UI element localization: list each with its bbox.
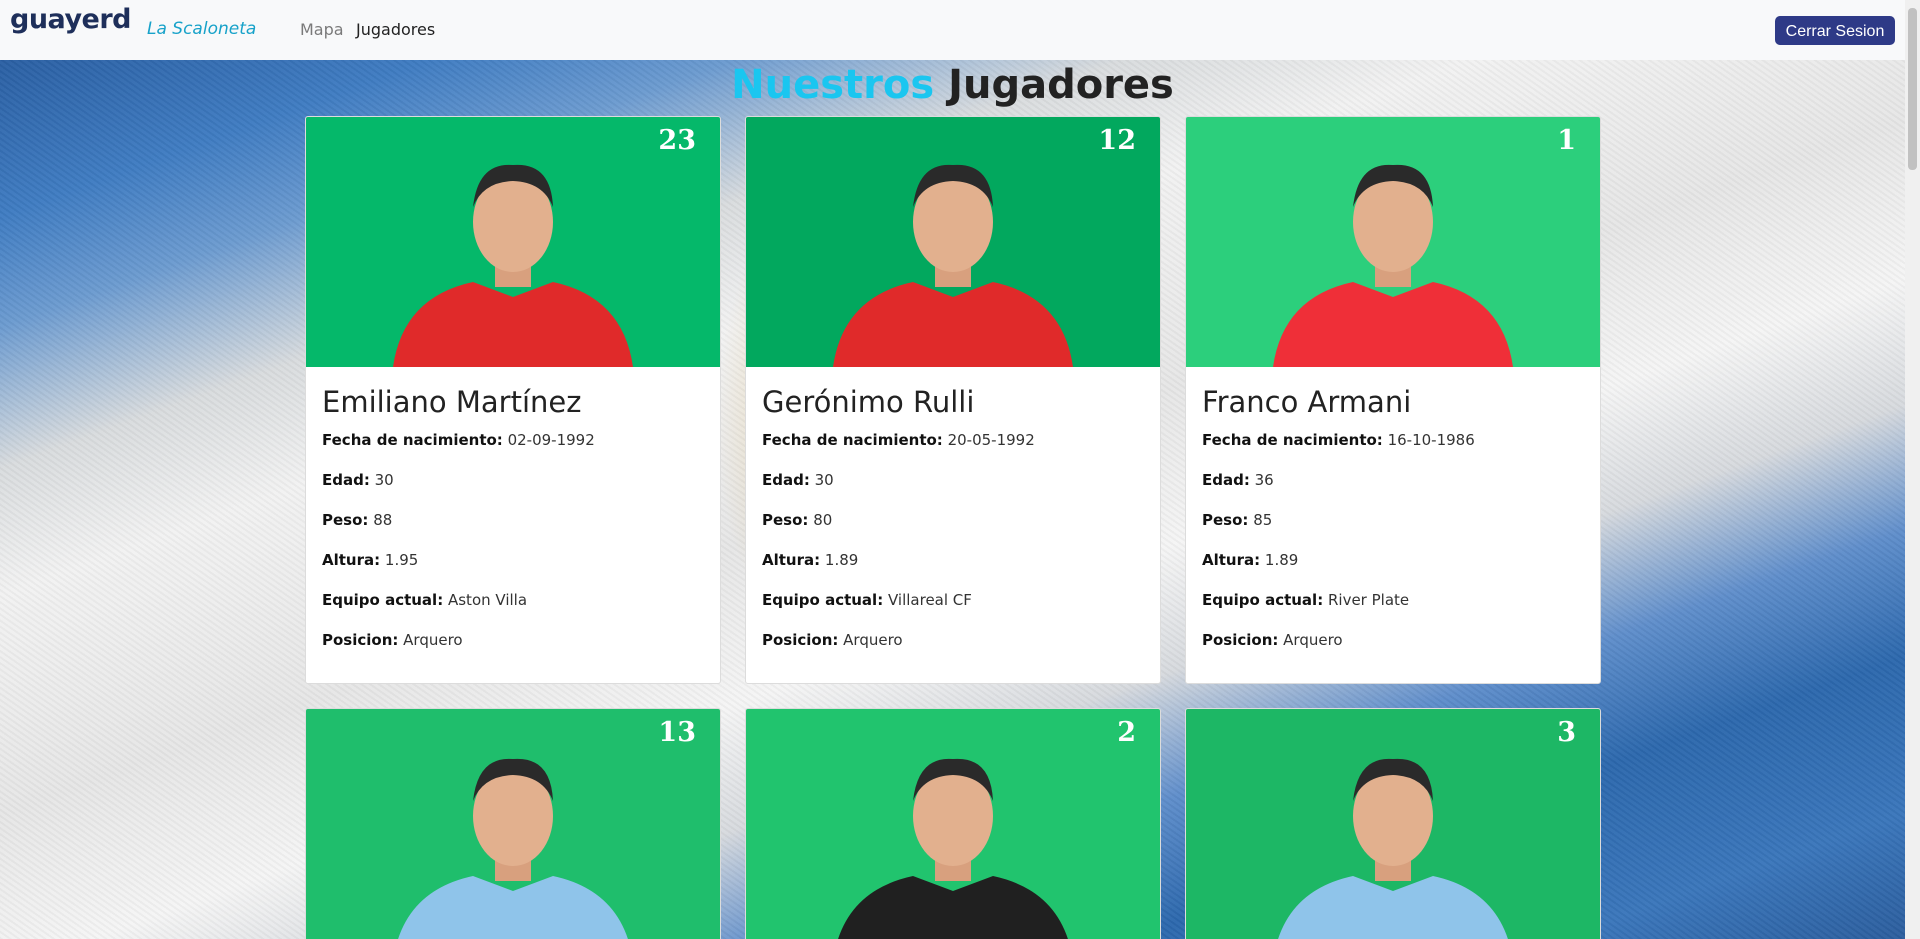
position-field: Posicion: Arquero — [322, 631, 704, 649]
weight-value: 80 — [813, 511, 833, 529]
title-rest: Jugadores — [948, 62, 1174, 108]
guayerd-logo[interactable]: guayerd — [10, 4, 132, 35]
player-silhouette — [1273, 164, 1513, 367]
player-photo: 1 — [1186, 117, 1600, 367]
birth-label: Fecha de nacimiento: — [1202, 431, 1383, 449]
team-field: Equipo actual: River Plate — [1202, 591, 1584, 609]
age-label: Edad: — [1202, 471, 1250, 489]
player-number: 12 — [1098, 125, 1136, 156]
birth-value: 20-05-1992 — [947, 431, 1035, 449]
title-accent: Nuestros — [731, 62, 935, 108]
player-silhouette — [838, 758, 1068, 939]
player-number: 13 — [658, 717, 696, 748]
height-field: Altura: 1.89 — [1202, 551, 1584, 569]
logout-button[interactable]: Cerrar Sesion — [1775, 16, 1895, 45]
team-field: Equipo actual: Villareal CF — [762, 591, 1144, 609]
player-card-4: 2 — [745, 708, 1161, 939]
weight-field: Peso: 88 — [322, 511, 704, 529]
height-field: Altura: 1.95 — [322, 551, 704, 569]
birth-value: 16-10-1986 — [1387, 431, 1475, 449]
weight-field: Peso: 85 — [1202, 511, 1584, 529]
player-silhouette — [1278, 758, 1508, 939]
age-value: 30 — [814, 471, 834, 489]
page-title: Nuestros Jugadores — [0, 62, 1905, 108]
position-label: Posicion: — [1202, 631, 1279, 649]
age-field: Edad: 36 — [1202, 471, 1584, 489]
player-number: 23 — [658, 125, 696, 156]
player-card-2: 1 Franco Armani Fecha de nacimiento: 16-… — [1185, 116, 1601, 684]
team-value: Aston Villa — [447, 591, 528, 609]
team-label: Equipo actual: — [322, 591, 444, 609]
position-value: Arquero — [843, 631, 903, 649]
player-number: 1 — [1557, 125, 1576, 156]
team-field: Equipo actual: Aston Villa — [322, 591, 704, 609]
player-name: Gerónimo Rulli — [762, 385, 975, 419]
position-value: Arquero — [403, 631, 463, 649]
team-value: Villareal CF — [887, 591, 972, 609]
player-card-5: 3 — [1185, 708, 1601, 939]
player-photo: 23 — [306, 117, 720, 367]
scroll-thumb[interactable] — [1908, 8, 1917, 170]
team-label: Equipo actual: — [762, 591, 884, 609]
weight-field: Peso: 80 — [762, 511, 1144, 529]
birth-label: Fecha de nacimiento: — [322, 431, 503, 449]
player-photo: 3 — [1186, 709, 1600, 939]
player-photo: 13 — [306, 709, 720, 939]
birth-field: Fecha de nacimiento: 02-09-1992 — [322, 431, 704, 449]
height-label: Altura: — [1202, 551, 1261, 569]
team-label: Equipo actual: — [1202, 591, 1324, 609]
navbar: guayerd La Scaloneta Mapa Jugadores Cerr… — [0, 0, 1905, 60]
age-value: 36 — [1254, 471, 1274, 489]
player-number: 3 — [1557, 717, 1576, 748]
birth-field: Fecha de nacimiento: 16-10-1986 — [1202, 431, 1584, 449]
height-value: 1.89 — [824, 551, 859, 569]
player-number: 2 — [1117, 717, 1136, 748]
age-label: Edad: — [322, 471, 370, 489]
age-label: Edad: — [762, 471, 810, 489]
player-name: Emiliano Martínez — [322, 385, 582, 419]
player-photo: 2 — [746, 709, 1160, 939]
player-card-0: 23 Emiliano Martínez Fecha de nacimiento… — [305, 116, 721, 684]
height-value: 1.89 — [1264, 551, 1299, 569]
height-label: Altura: — [762, 551, 821, 569]
age-value: 30 — [374, 471, 394, 489]
height-value: 1.95 — [384, 551, 419, 569]
nav-link-mapa[interactable]: Mapa — [300, 20, 344, 39]
birth-field: Fecha de nacimiento: 20-05-1992 — [762, 431, 1144, 449]
player-card-3: 13 — [305, 708, 721, 939]
height-field: Altura: 1.89 — [762, 551, 1144, 569]
position-label: Posicion: — [762, 631, 839, 649]
brand-name[interactable]: La Scaloneta — [147, 19, 256, 39]
position-value: Arquero — [1283, 631, 1343, 649]
weight-value: 88 — [373, 511, 393, 529]
height-label: Altura: — [322, 551, 381, 569]
scrollbar[interactable] — [1905, 0, 1920, 939]
birth-value: 02-09-1992 — [507, 431, 595, 449]
position-field: Posicion: Arquero — [1202, 631, 1584, 649]
weight-label: Peso: — [322, 511, 369, 529]
age-field: Edad: 30 — [762, 471, 1144, 489]
weight-value: 85 — [1253, 511, 1273, 529]
team-value: River Plate — [1327, 591, 1410, 609]
player-photo: 12 — [746, 117, 1160, 367]
nav-link-jugadores[interactable]: Jugadores — [356, 20, 435, 39]
age-field: Edad: 30 — [322, 471, 704, 489]
birth-label: Fecha de nacimiento: — [762, 431, 943, 449]
player-silhouette — [833, 164, 1073, 367]
weight-label: Peso: — [762, 511, 809, 529]
player-card-1: 12 Gerónimo Rulli Fecha de nacimiento: 2… — [745, 116, 1161, 684]
player-name: Franco Armani — [1202, 385, 1412, 419]
player-silhouette — [398, 758, 628, 939]
position-label: Posicion: — [322, 631, 399, 649]
position-field: Posicion: Arquero — [762, 631, 1144, 649]
player-silhouette — [393, 164, 633, 367]
weight-label: Peso: — [1202, 511, 1249, 529]
